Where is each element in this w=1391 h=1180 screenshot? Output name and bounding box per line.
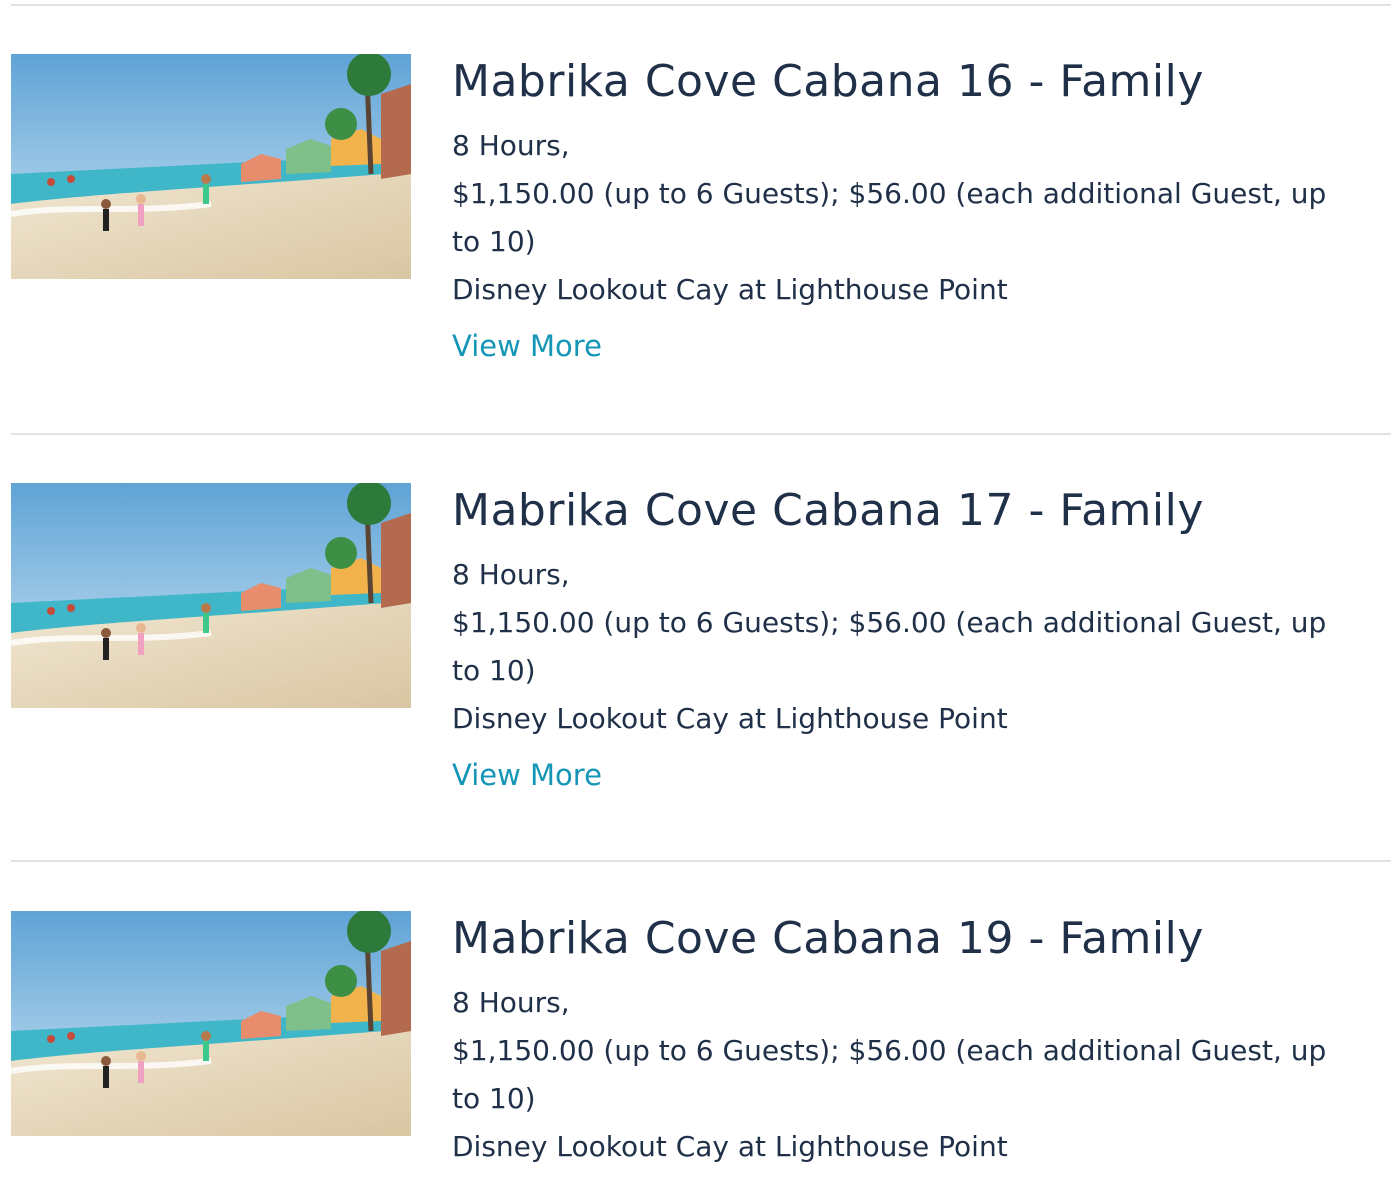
cabana-duration: 8 Hours, [452, 129, 570, 162]
cabana-card: Mabrika Cove Cabana 19 - Family 8 Hours,… [0, 911, 1391, 1180]
cabana-image[interactable] [11, 54, 411, 279]
cabana-duration: 8 Hours, [452, 558, 570, 591]
cabana-image[interactable] [11, 483, 411, 708]
cabana-card: Mabrika Cove Cabana 17 - Family 8 Hours,… [0, 483, 1391, 883]
cabana-title: Mabrika Cove Cabana 19 - Family [452, 913, 1204, 964]
cabana-price: $1,150.00 (up to 6 Guests); $56.00 (each… [452, 177, 1327, 258]
view-more-link[interactable]: View More [452, 755, 602, 795]
divider-top [11, 4, 1391, 6]
cabana-title: Mabrika Cove Cabana 16 - Family [452, 56, 1204, 107]
cabana-duration: 8 Hours, [452, 986, 570, 1019]
cabana-price: $1,150.00 (up to 6 Guests); $56.00 (each… [452, 606, 1327, 687]
cabana-location: Disney Lookout Cay at Lighthouse Point [452, 1130, 1008, 1163]
cabana-price: $1,150.00 (up to 6 Guests); $56.00 (each… [452, 1034, 1327, 1115]
divider [11, 433, 1391, 435]
cabana-image[interactable] [11, 911, 411, 1136]
view-more-link[interactable]: View More [452, 326, 602, 366]
cabana-card: Mabrika Cove Cabana 16 - Family 8 Hours,… [0, 54, 1391, 454]
cabana-location: Disney Lookout Cay at Lighthouse Point [452, 273, 1008, 306]
divider [11, 860, 1391, 862]
cabana-location: Disney Lookout Cay at Lighthouse Point [452, 702, 1008, 735]
cabana-title: Mabrika Cove Cabana 17 - Family [452, 485, 1204, 536]
